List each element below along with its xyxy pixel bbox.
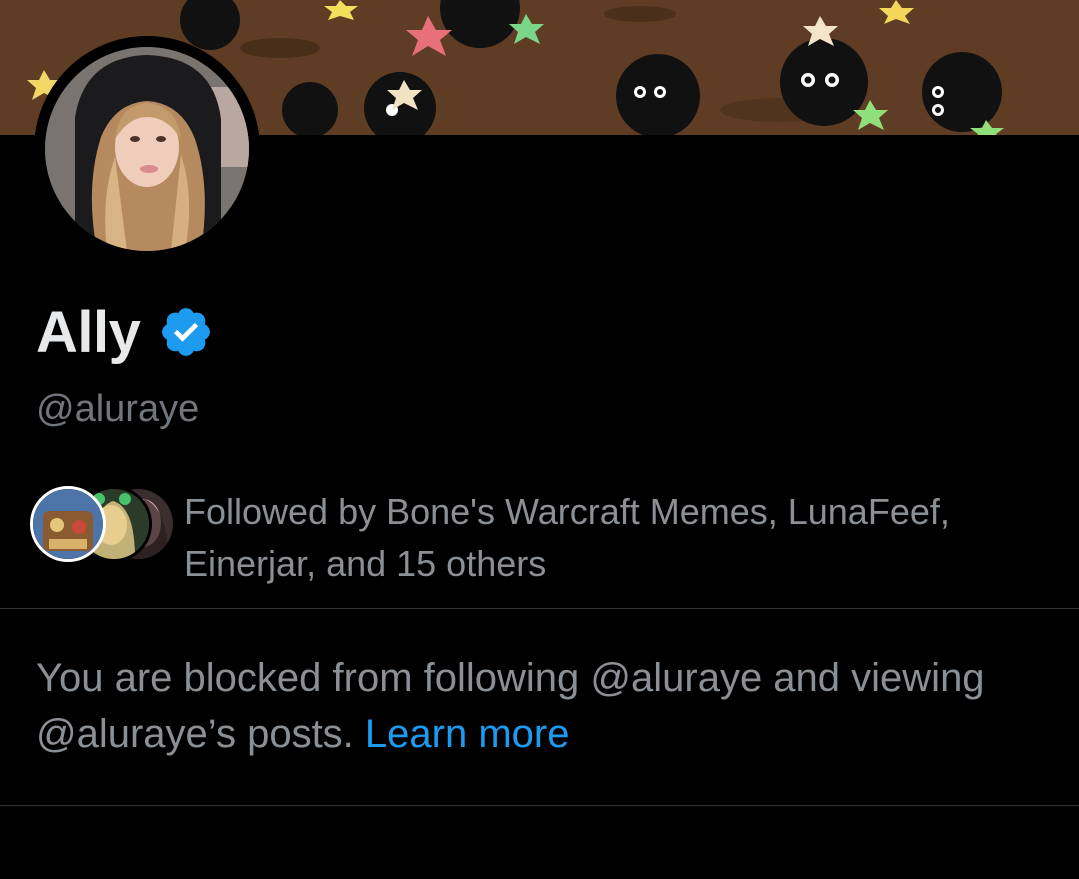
follower-avatar[interactable] [30, 486, 106, 562]
avatar-photo [45, 47, 249, 251]
follower-avatars[interactable] [30, 486, 176, 562]
divider [0, 608, 1079, 609]
blocked-notice: You are blocked from following @aluraye … [36, 650, 1046, 762]
divider [0, 805, 1079, 806]
verified-badge-icon[interactable] [158, 304, 214, 360]
display-name: Ally [36, 299, 141, 365]
profile-handle: @aluraye [36, 388, 200, 430]
name-row: Ally [36, 296, 214, 368]
followers-you-know[interactable]: Followed by Bone's Warcraft Memes, LunaF… [30, 486, 1064, 590]
followers-you-know-text[interactable]: Followed by Bone's Warcraft Memes, LunaF… [184, 486, 1064, 590]
profile-avatar[interactable] [45, 47, 249, 251]
learn-more-link[interactable]: Learn more [365, 712, 570, 756]
